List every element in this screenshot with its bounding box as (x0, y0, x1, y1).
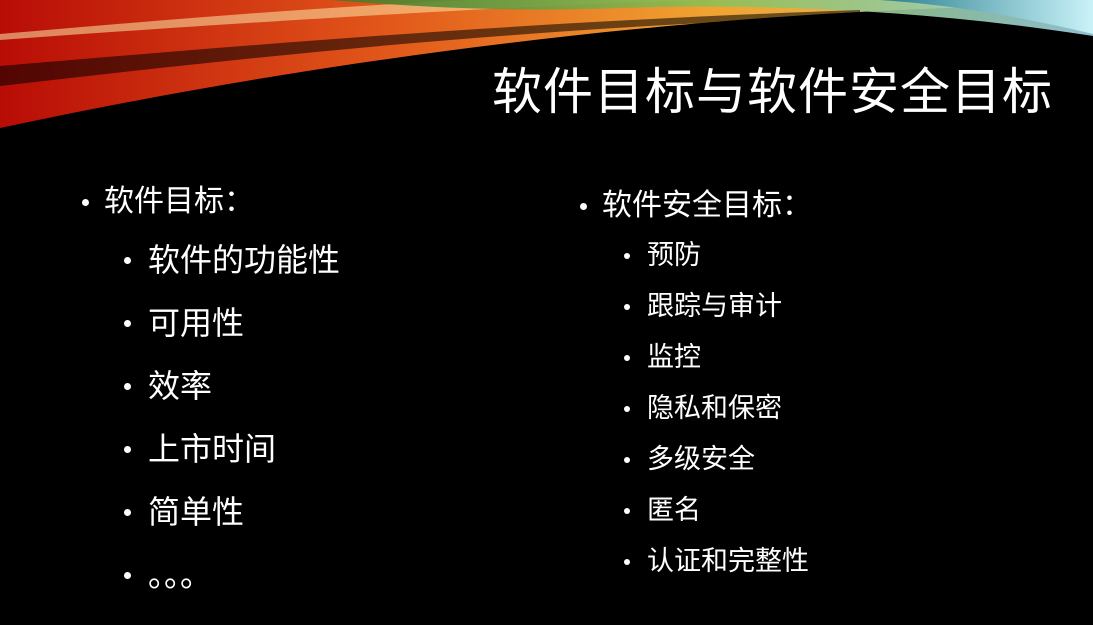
list-item: 效率 (124, 366, 340, 406)
list-item: 监控 (622, 340, 812, 376)
list-item: 多级安全 (622, 442, 812, 478)
list-item: 上市时间 (124, 429, 340, 469)
list-item: 匿名 (622, 493, 812, 529)
security-goals-column: 软件安全目标： 预防 跟踪与审计 监控 隐私和保密 多级安全 匿名 认证和完整性 (578, 184, 812, 595)
slide: 软件目标与软件安全目标 软件目标： 软件的功能性 可用性 效率 上市时间 简单性… (0, 0, 1093, 625)
software-goals-heading: 软件目标： (80, 180, 340, 224)
slide-title: 软件目标与软件安全目标 (492, 63, 1053, 121)
security-goals-heading: 软件安全目标： (578, 184, 812, 228)
list-item: 简单性 (124, 492, 340, 532)
software-goals-list: 软件的功能性 可用性 效率 上市时间 简单性 。。。 (124, 240, 340, 595)
list-item: 可用性 (124, 303, 340, 343)
software-goals-column: 软件目标： 软件的功能性 可用性 效率 上市时间 简单性 。。。 (80, 180, 340, 618)
list-item: 认证和完整性 (622, 544, 812, 580)
list-item: 预防 (622, 238, 812, 274)
list-item: 。。。 (124, 555, 340, 595)
list-item: 跟踪与审计 (622, 289, 812, 325)
list-item: 软件的功能性 (124, 240, 340, 280)
security-goals-list: 预防 跟踪与审计 监控 隐私和保密 多级安全 匿名 认证和完整性 (622, 238, 812, 580)
list-item: 隐私和保密 (622, 391, 812, 427)
